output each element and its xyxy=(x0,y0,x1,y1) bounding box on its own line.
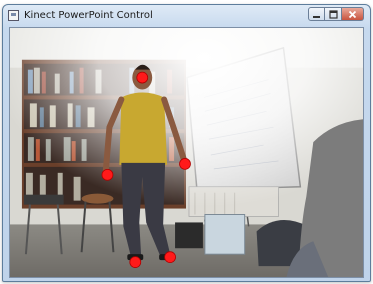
minimize-icon xyxy=(313,15,320,18)
close-icon xyxy=(348,10,357,18)
head-joint-marker xyxy=(136,71,149,84)
camera-view xyxy=(9,27,364,278)
title-bar[interactable]: Kinect PowerPoint Control xyxy=(3,5,370,25)
window-controls xyxy=(308,7,364,21)
window-title: Kinect PowerPoint Control xyxy=(24,9,153,21)
app-window: Kinect PowerPoint Control xyxy=(2,4,371,282)
camera-feed-image xyxy=(10,28,363,277)
app-icon xyxy=(8,9,19,21)
minimize-button[interactable] xyxy=(308,7,325,21)
right-hand-joint-marker xyxy=(179,158,191,170)
maximize-icon xyxy=(328,9,338,19)
close-button[interactable] xyxy=(342,7,364,21)
left-foot-joint-marker xyxy=(129,256,142,268)
left-hand-joint-marker xyxy=(101,168,114,181)
right-foot-joint-marker xyxy=(164,251,176,264)
maximize-button[interactable] xyxy=(325,7,342,21)
